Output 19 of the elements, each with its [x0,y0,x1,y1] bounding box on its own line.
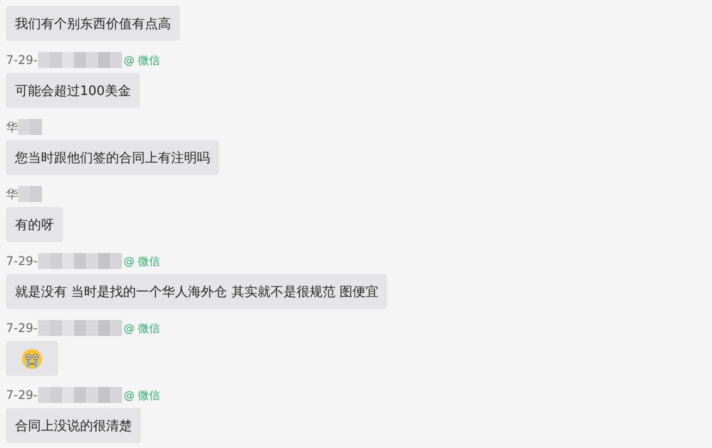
message-bubble: 您当时跟他们签的合同上有注明吗 [6,140,219,175]
pixelated-name [18,186,42,202]
sender-name: 7-29- [6,321,38,335]
sender-name: 华 [6,186,18,202]
sender-name: 7-29- [6,53,38,67]
crying-face-icon [21,348,43,370]
pixelated-name [18,119,42,135]
wechat-tag: @ 微信 [124,388,160,402]
wechat-tag: @ 微信 [124,52,160,68]
message-bubble: 我们有个别东西价值有点高 [6,6,180,41]
message-bubble: 就是没有 当时是找的一个华人海外仓 其实就不是很规范 图便宜 [6,274,388,309]
message-bubble: 有的呀 [6,207,63,242]
sender-name: 华 [6,118,18,136]
message-bubble: 可能会超过100美金 [6,73,140,108]
message-bubble: 合同上没说的很清楚 [6,408,141,443]
sender-name: 7-29- [6,254,38,268]
wechat-tag: @ 微信 [124,254,160,268]
wechat-tag: @ 微信 [124,320,160,336]
sender-name: 7-29- [6,388,38,402]
